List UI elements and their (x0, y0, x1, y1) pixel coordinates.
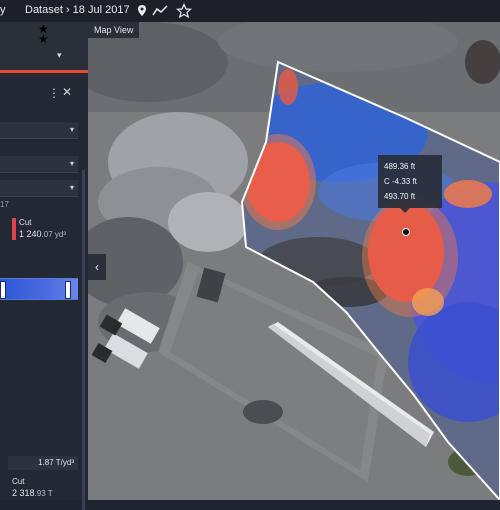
cut-volume-decimal: .07 yd³ (41, 230, 66, 239)
trend-line-icon[interactable] (152, 3, 168, 19)
tooltip-elevation: 489.36 ft (384, 162, 416, 171)
cut-tonnage-decimal: .93 T (34, 489, 53, 498)
location-pin-icon[interactable] (134, 3, 150, 19)
range-min-handle[interactable] (0, 281, 6, 299)
range-max-handle[interactable] (65, 281, 71, 299)
accent-divider (0, 70, 88, 73)
surface-select[interactable]: ▾ (0, 156, 78, 173)
cut-volume: 1 240.07 yd³ (19, 229, 66, 239)
tooltip-design-elevation: 493.70 ft (384, 192, 416, 201)
density-input[interactable]: 1.87 T/yd³ (8, 456, 78, 470)
elevation-tooltip: 489.36 ft C -4.33 ft 493.70 ft (378, 155, 442, 213)
elevation-color-range[interactable] (0, 278, 78, 300)
cut-tonnage: 2 318.93 T (12, 488, 53, 498)
tooltip-cut-delta: C -4.33 ft (384, 177, 417, 186)
dataset-breadcrumb[interactable]: Dataset › 18 Jul 2017 (25, 4, 130, 16)
star-outline-icon[interactable] (175, 3, 193, 19)
date-fragment: 17 (0, 200, 9, 209)
chevron-down-icon[interactable]: ▾ (57, 50, 62, 61)
cut-tonnage-label: Cut (12, 477, 25, 486)
map-view-tab[interactable]: Map View (88, 22, 140, 38)
top-bar: y Dataset › 18 Jul 2017 (0, 0, 500, 22)
layer-select[interactable]: ▾ (0, 122, 78, 139)
close-icon[interactable]: ✕ (62, 85, 72, 99)
aerial-imagery (88, 22, 500, 500)
favorites-strip: ★ ★ ▾ (0, 22, 88, 70)
compare-select[interactable]: ▾ (0, 180, 78, 197)
chevron-down-icon: ▾ (69, 159, 74, 168)
left-panel: ★ ★ ▾ ⋮ ✕ ▾ ▾ ▾ 17 Cut 1 240.07 yd³ 1.87… (0, 22, 88, 510)
star-icon[interactable]: ★ (38, 32, 49, 46)
cut-volume-main: 1 240 (19, 229, 42, 239)
more-options-icon[interactable]: ⋮ (48, 86, 60, 100)
cut-color-swatch (12, 218, 16, 240)
cut-label: Cut (19, 218, 32, 227)
top-bar-cut-text: y (0, 4, 6, 16)
cut-tonnage-main: 2 318 (12, 488, 35, 498)
map-view[interactable]: Map View 489.36 ft C -4.33 ft 493.70 ft (88, 22, 500, 500)
chevron-down-icon: ▾ (69, 125, 74, 134)
chevron-down-icon: ▾ (69, 183, 74, 192)
panel-scrollbar[interactable] (82, 170, 85, 510)
collapse-panel-button[interactable]: ‹ (88, 254, 106, 280)
